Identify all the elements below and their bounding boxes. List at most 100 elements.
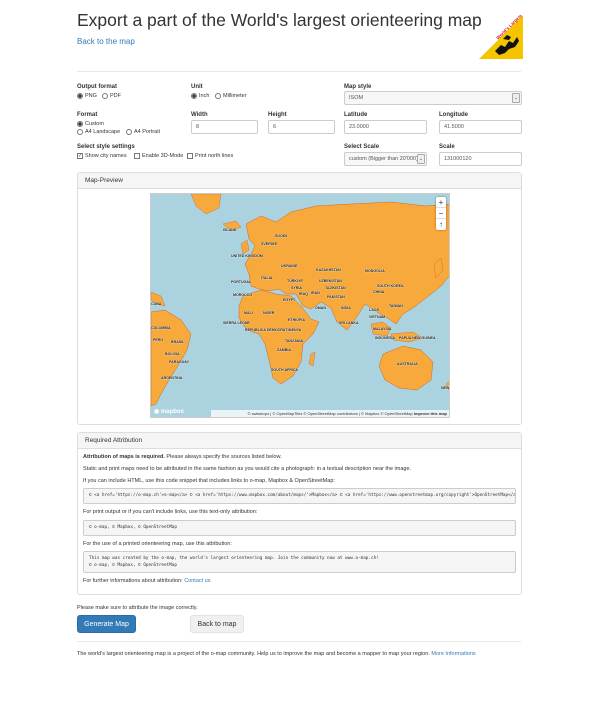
map-preview[interactable]: ISLAND SUOMI SVERIGE UNITED KINGDOM ITAL… <box>150 193 450 418</box>
map-style-select[interactable]: ISOM ⌄ <box>344 91 522 105</box>
format-label: Format <box>77 112 98 118</box>
map-label: UNITED KINGDOM <box>231 254 263 258</box>
map-attribution-bar: © swisstopo | © OpenMapTiles © OpenStree… <box>211 410 449 417</box>
map-label: KAZAKHSTAN <box>316 268 341 272</box>
zoom-in-button[interactable]: + <box>436 197 446 208</box>
radio-unchecked-icon <box>77 129 83 135</box>
scale-label: Scale <box>439 144 455 150</box>
o-map-logo: World's Largest <box>479 13 523 59</box>
show-city-names-checkbox[interactable]: ✓ Show city names <box>77 153 127 159</box>
map-label: CHINA <box>373 290 385 294</box>
map-label: EGYPT <box>283 298 296 302</box>
mapbox-logo[interactable]: ◉ mapbox <box>154 408 184 415</box>
map-label: NIGER <box>263 311 275 315</box>
map-label: ZAMBIA <box>277 348 291 352</box>
map-label: INDIA <box>341 306 351 310</box>
map-label: TAJIKISTAN <box>325 286 346 290</box>
latitude-input[interactable]: 23.0000 <box>344 120 427 134</box>
select-scale-select[interactable]: custom (Bigger than 20'000) ⌄ <box>344 152 427 166</box>
compass-button[interactable]: ↑ <box>436 219 446 230</box>
printed-attribution-code[interactable]: This map was created by the o-map, the w… <box>83 551 516 573</box>
unit-millimeter-radio[interactable]: Millimeter <box>215 93 247 99</box>
contact-us-link[interactable]: Contact us <box>184 578 210 584</box>
footer-divider <box>77 641 521 642</box>
map-label: INDONESIA <box>375 336 395 340</box>
map-zoom-controls: + − ↑ <box>436 197 446 230</box>
community-text: The world's largest orienteering map is … <box>77 651 476 657</box>
map-label: SOUTH AFRICA <box>271 368 299 372</box>
style-settings-label: Select style settings <box>77 144 135 150</box>
back-to-map-button[interactable]: Back to map <box>190 615 244 633</box>
map-label: IRAN <box>311 291 320 295</box>
output-format-pdf-radio[interactable]: PDF <box>102 93 121 99</box>
map-label: PAKISTAN <box>327 295 345 299</box>
print-north-lines-checkbox[interactable]: Print north lines <box>187 153 233 159</box>
map-label: AUSTRALIA <box>397 362 418 366</box>
map-label: SYRIA <box>291 286 302 290</box>
enable-3d-mode-checkbox[interactable]: Enable 3D-Mode <box>134 153 183 159</box>
map-label: TÜRKIYE <box>287 279 303 283</box>
attribution-notice: Please make sure to attribute the image … <box>77 605 198 611</box>
width-input[interactable]: 8 <box>191 120 258 134</box>
attribution-panel-title: Required Attribution <box>78 433 521 449</box>
map-label: PORTUGAL <box>231 280 252 284</box>
map-label: OMAN <box>315 306 326 310</box>
map-label: ETHIOPIA <box>288 318 305 322</box>
text-attribution-code[interactable]: © o-map, © Mapbox, © OpenStreetMap <box>83 520 516 536</box>
map-label: ITALIA <box>261 276 273 280</box>
further-info-text: For further informations about attributi… <box>83 578 211 584</box>
format-custom-radio[interactable]: Custom <box>77 121 104 127</box>
back-to-map-link[interactable]: Back to the map <box>77 37 135 46</box>
world-map-graphic <box>151 194 449 407</box>
radio-unchecked-icon <box>102 93 108 99</box>
map-label: UZBEKISTAN <box>319 279 342 283</box>
map-attribution-text: © swisstopo | © OpenMapTiles © OpenStree… <box>247 411 413 416</box>
height-label: Height <box>268 112 287 118</box>
map-label: NEW <box>441 386 450 390</box>
map-label: MOROCCO <box>233 293 253 297</box>
map-label: PAPUA NEW GUINEA <box>399 336 436 340</box>
map-label: SUOMI <box>275 234 287 238</box>
checkbox-unchecked-icon <box>134 153 140 159</box>
map-label: KENYA <box>289 328 302 332</box>
attribution-required-text: Attribution of maps is required. Please … <box>83 454 282 460</box>
format-a4-portrait-radio[interactable]: A4 Portrait <box>126 129 160 135</box>
radio-checked-icon <box>191 93 197 99</box>
unit-inch-radio[interactable]: Inch <box>191 93 209 99</box>
radio-unchecked-icon <box>215 93 221 99</box>
zoom-out-button[interactable]: − <box>436 208 446 219</box>
map-label: PARAGUAY <box>169 360 189 364</box>
output-format-label: Output format <box>77 84 117 90</box>
html-attribution-code[interactable]: © <a href='https://o-map.ch'>o-map</a> ©… <box>83 488 516 504</box>
map-label: IRAQ <box>299 292 308 296</box>
static-attribution-text: Static and print maps need to be attribu… <box>83 466 412 472</box>
format-a4-landscape-radio[interactable]: A4 Landscape <box>77 129 120 135</box>
map-style-label: Map style <box>344 84 372 90</box>
chevron-down-icon: ⌄ <box>512 93 520 103</box>
more-informations-link[interactable]: More Informations <box>431 651 475 657</box>
map-label: PERU <box>153 338 163 342</box>
generate-map-button[interactable]: Generate Map <box>77 615 136 633</box>
map-label: REPÚBLICA DEMOCRÁTICA <box>245 328 294 332</box>
output-format-png-radio[interactable]: PNG <box>77 93 97 99</box>
map-label: MALI <box>244 311 253 315</box>
checkbox-checked-icon: ✓ <box>77 153 83 159</box>
map-label: BRASIL <box>171 340 185 344</box>
printed-attribution-intro: For the use of a printed orienteering ma… <box>83 541 232 547</box>
chevron-down-icon: ⌄ <box>417 154 425 164</box>
map-label: LAOS <box>369 308 379 312</box>
map-label: UKRAINE <box>281 264 298 268</box>
scale-input[interactable]: 131000120 <box>439 152 522 166</box>
map-label: ARGENTINA <box>161 376 183 380</box>
height-input[interactable]: 6 <box>268 120 335 134</box>
mapbox-icon: ◉ <box>154 409 160 415</box>
map-preview-title: Map-Preview <box>78 173 521 189</box>
map-label: ISLAND <box>223 228 237 232</box>
map-label: SVERIGE <box>261 242 277 246</box>
html-attribution-intro: If you can include HTML, use this code s… <box>83 478 335 484</box>
improve-map-link[interactable]: Improve this map <box>414 411 447 416</box>
longitude-input[interactable]: 41.5000 <box>439 120 522 134</box>
header-divider <box>77 71 521 72</box>
map-label: VIETNAM <box>369 315 386 319</box>
text-attribution-intro: For print output or if you can't include… <box>83 509 258 515</box>
